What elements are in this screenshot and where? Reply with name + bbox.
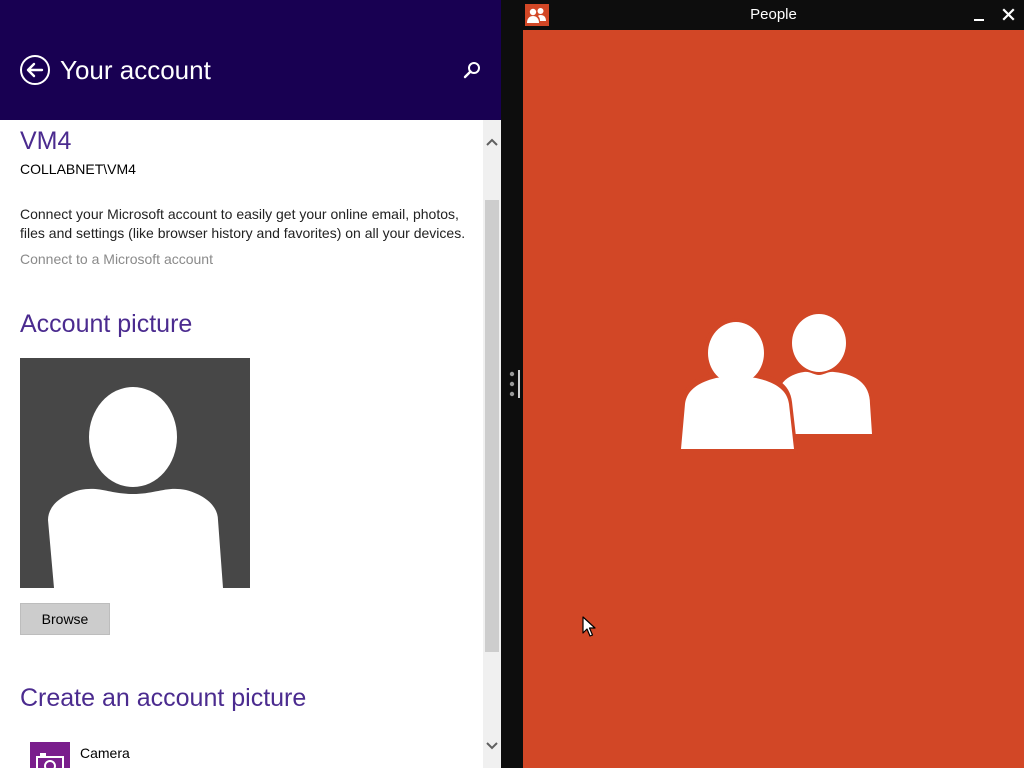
people-app-pane: People: [523, 0, 1024, 768]
close-button[interactable]: [999, 6, 1019, 26]
account-description: Connect your Microsoft account to easily…: [20, 205, 465, 243]
settings-header: Your account: [0, 0, 501, 120]
description-line-1: Connect your Microsoft account to easily…: [20, 206, 459, 222]
search-icon: [463, 62, 480, 79]
account-name: VM4: [20, 127, 72, 155]
app-titlebar: People: [523, 0, 1024, 30]
connect-microsoft-account-link[interactable]: Connect to a Microsoft account: [20, 250, 213, 268]
back-arrow-icon: [20, 55, 50, 85]
page-title: Your account: [60, 55, 211, 85]
vertical-scrollbar[interactable]: [483, 120, 501, 768]
scroll-thumb[interactable]: [485, 200, 499, 652]
description-line-2: files and settings (like browser history…: [20, 225, 466, 241]
chevron-down-icon: [486, 742, 498, 750]
people-splash-logo: [678, 314, 872, 454]
settings-pane: Your account VM4 COLLABNET\VM4 Connect y…: [0, 0, 501, 768]
account-content: VM4 COLLABNET\VM4 Connect your Microsoft…: [0, 120, 483, 768]
minimize-button[interactable]: [970, 6, 990, 26]
app-title: People: [750, 6, 797, 23]
chevron-up-icon: [486, 138, 498, 146]
account-picture-heading: Account picture: [20, 310, 193, 338]
search-button[interactable]: [462, 60, 482, 80]
scroll-down-button[interactable]: [483, 736, 501, 756]
camera-icon: [30, 742, 70, 768]
account-domain: COLLABNET\VM4: [20, 161, 136, 177]
close-icon: [1002, 8, 1015, 21]
default-user-icon: [48, 387, 223, 588]
back-button[interactable]: [19, 54, 51, 86]
create-account-picture-heading: Create an account picture: [20, 684, 307, 712]
account-picture: [20, 358, 250, 588]
splitter-grip-icon[interactable]: [508, 368, 522, 400]
scroll-up-button[interactable]: [483, 132, 501, 152]
minimize-icon: [974, 19, 984, 21]
camera-option[interactable]: Camera: [30, 742, 230, 768]
browse-button[interactable]: Browse: [20, 603, 110, 635]
camera-label: Camera: [80, 745, 130, 761]
snap-splitter[interactable]: [501, 0, 523, 768]
